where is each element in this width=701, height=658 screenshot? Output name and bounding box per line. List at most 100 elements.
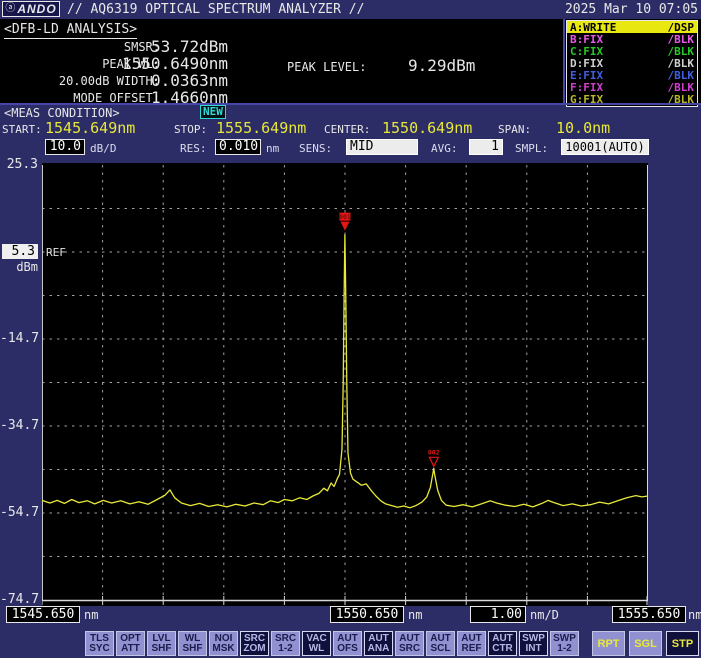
xaxis-stop-field[interactable]: 1555.650 <box>612 606 686 623</box>
xaxis-center-field[interactable]: 1550.650 <box>330 606 404 623</box>
softkey-opt-att[interactable]: OPTATT <box>116 631 145 656</box>
meas-field-value: 1550.649nm <box>382 119 472 137</box>
softkey-tls-syc[interactable]: TLSSYC <box>85 631 114 656</box>
trace-status: /BLK <box>668 82 695 93</box>
softkey-label-line1: VAC <box>306 634 326 644</box>
softkey-aut-src[interactable]: AUTSRC <box>395 631 424 656</box>
trace-name: F:FIX <box>570 82 603 93</box>
trace-name: B:FIX <box>570 34 603 45</box>
app-title: // AQ6319 OPTICAL SPECTRUM ANALYZER // <box>67 2 364 17</box>
y-axis-tick-label: -74.7 <box>0 592 38 607</box>
softkey-label-line1: SRC <box>275 634 296 644</box>
trace-legend: A:WRITE/DSPB:FIX/BLKC:FIX/BLKD:FIX/BLKE:… <box>566 20 698 107</box>
res-label: RES: <box>180 142 207 155</box>
peak-level-label: PEAK LEVEL: <box>287 60 366 74</box>
softkey-src-zom[interactable]: SRCZOM <box>240 631 269 656</box>
analysis-panel: <DFB-LD ANALYSIS> SMSR:53.72dBmPEAK WL:1… <box>0 19 701 103</box>
softkey-vac-wl[interactable]: VACWL <box>302 631 331 656</box>
xaxis-scale-unit: nm/D <box>530 608 559 622</box>
avg-field[interactable]: 1 <box>469 139 503 155</box>
trace-name: A:WRITE <box>570 22 616 33</box>
softkey-label-line1: LVL <box>152 634 170 644</box>
softkey-label-line1: NOI <box>215 634 233 644</box>
softkey-label-line2: ATT <box>121 644 140 654</box>
res-field[interactable]: 0.010 <box>215 139 261 155</box>
softkey-aut-scl[interactable]: AUTSCL <box>426 631 455 656</box>
trace-status: /BLK <box>668 58 695 69</box>
smpl-field[interactable]: 10001(AUTO) <box>561 139 649 155</box>
trace-row-e[interactable]: E:FIX/BLK <box>567 70 697 82</box>
softkey-wl-shf[interactable]: WLSHF <box>178 631 207 656</box>
ando-logo-icon: ⓐ <box>5 4 15 14</box>
ref-line-label: REF <box>46 246 66 259</box>
y-axis-tick-label: 25.3 <box>0 157 38 172</box>
softkey-aut-ofs[interactable]: AUTOFS <box>333 631 362 656</box>
softkey-label-line1: TLS <box>90 634 109 644</box>
level-scale-field[interactable]: 10.0 <box>45 139 85 155</box>
y-axis-tick-label: -54.7 <box>0 505 38 520</box>
softkey-label-line1: AUT <box>461 634 482 644</box>
softkey-label-line1: SWP <box>553 634 576 644</box>
sweep-key-sgl[interactable]: SGL <box>629 631 662 656</box>
trace-row-f[interactable]: F:FIX/BLK <box>567 82 697 94</box>
softkey-label-line2: SHF <box>183 644 203 654</box>
sweep-key-rpt[interactable]: RPT <box>592 631 625 656</box>
y-axis-tick-label: -34.7 <box>0 418 38 433</box>
trace-row-d[interactable]: D:FIX/BLK <box>567 57 697 69</box>
xaxis-scale-field[interactable]: 1.00 <box>470 606 526 623</box>
softkey-label-line1: AUT <box>399 634 420 644</box>
meas-field-value: 10.0nm <box>556 119 610 137</box>
y-axis-unit: dBm <box>0 260 38 274</box>
softkey-label-line2: CTR <box>492 644 513 654</box>
trace-row-a[interactable]: A:WRITE/DSP <box>567 21 697 33</box>
ando-logo-text: ANDO <box>17 2 56 16</box>
xaxis-start-field[interactable]: 1545.650 <box>6 606 80 623</box>
panel-divider <box>563 19 565 103</box>
softkey-label-line1: AUT <box>337 634 358 644</box>
title-bar: ⓐ ANDO // AQ6319 OPTICAL SPECTRUM ANALYZ… <box>0 0 701 19</box>
spectrum-plot: REF001002 <box>42 163 648 606</box>
trace-status: /DSP <box>668 22 695 33</box>
softkey-label-line2: MSK <box>212 644 234 654</box>
softkey-aut-ana[interactable]: AUTANA <box>364 631 393 656</box>
softkey-src-1-2[interactable]: SRC1-2 <box>271 631 300 656</box>
sweep-key-stp[interactable]: STP <box>666 631 699 656</box>
softkey-label-line2: SCL <box>431 644 451 654</box>
trace-row-b[interactable]: B:FIX/BLK <box>567 33 697 45</box>
trace-name: C:FIX <box>570 46 603 57</box>
softkey-label-line2: SRC <box>399 644 420 654</box>
meas-field-label: CENTER: <box>324 123 370 136</box>
meas-field-value: 1555.649nm <box>216 119 306 137</box>
softkey-swp-int[interactable]: SWPINT <box>519 631 548 656</box>
ref-level-readout: 5.3 <box>2 244 38 259</box>
softkey-label-line1: AUT <box>368 634 389 644</box>
softkey-noi-msk[interactable]: NOIMSK <box>209 631 238 656</box>
y-axis-tick-label: -14.7 <box>0 331 38 346</box>
softkey-swp-1-2[interactable]: SWP1-2 <box>550 631 579 656</box>
res-unit: nm <box>266 142 279 155</box>
softkey-label-line2: SYC <box>89 644 110 654</box>
datetime-display: 2025 Mar 10 07:05 <box>565 2 698 17</box>
softkey-label-line2: ANA <box>368 644 390 654</box>
analysis-heading: <DFB-LD ANALYSIS> <box>4 22 137 39</box>
softkey-lvl-shf[interactable]: LVLSHF <box>147 631 176 656</box>
meas-condition-heading: <MEAS CONDITION> <box>4 106 120 120</box>
softkey-label-line2: ZOM <box>243 644 265 654</box>
softkey-label-line2: SHF <box>152 644 172 654</box>
sweep-key-bar: RPTSGLSTP <box>592 631 699 656</box>
function-key-bar: TLSSYCOPTATTLVLSHFWLSHFNOIMSKSRCZOMSRC1-… <box>85 631 579 656</box>
new-badge: NEW <box>200 105 226 119</box>
softkey-label-line2: 1-2 <box>557 644 571 654</box>
softkey-aut-ctr[interactable]: AUTCTR <box>488 631 517 656</box>
sens-field[interactable]: MID <box>346 139 418 155</box>
ando-logo: ⓐ ANDO <box>2 1 60 17</box>
sens-label: SENS: <box>299 142 332 155</box>
softkey-aut-ref[interactable]: AUTREF <box>457 631 486 656</box>
meas-field-value: 1545.649nm <box>45 119 135 137</box>
softkey-label-line2: INT <box>525 644 541 654</box>
trace-row-c[interactable]: C:FIX/BLK <box>567 45 697 57</box>
analysis-row-label: 20.00dB WIDTH: <box>59 74 160 88</box>
trace-status: /BLK <box>668 70 695 81</box>
svg-text:001: 001 <box>339 213 351 221</box>
softkey-label-line1: AUT <box>430 634 451 644</box>
